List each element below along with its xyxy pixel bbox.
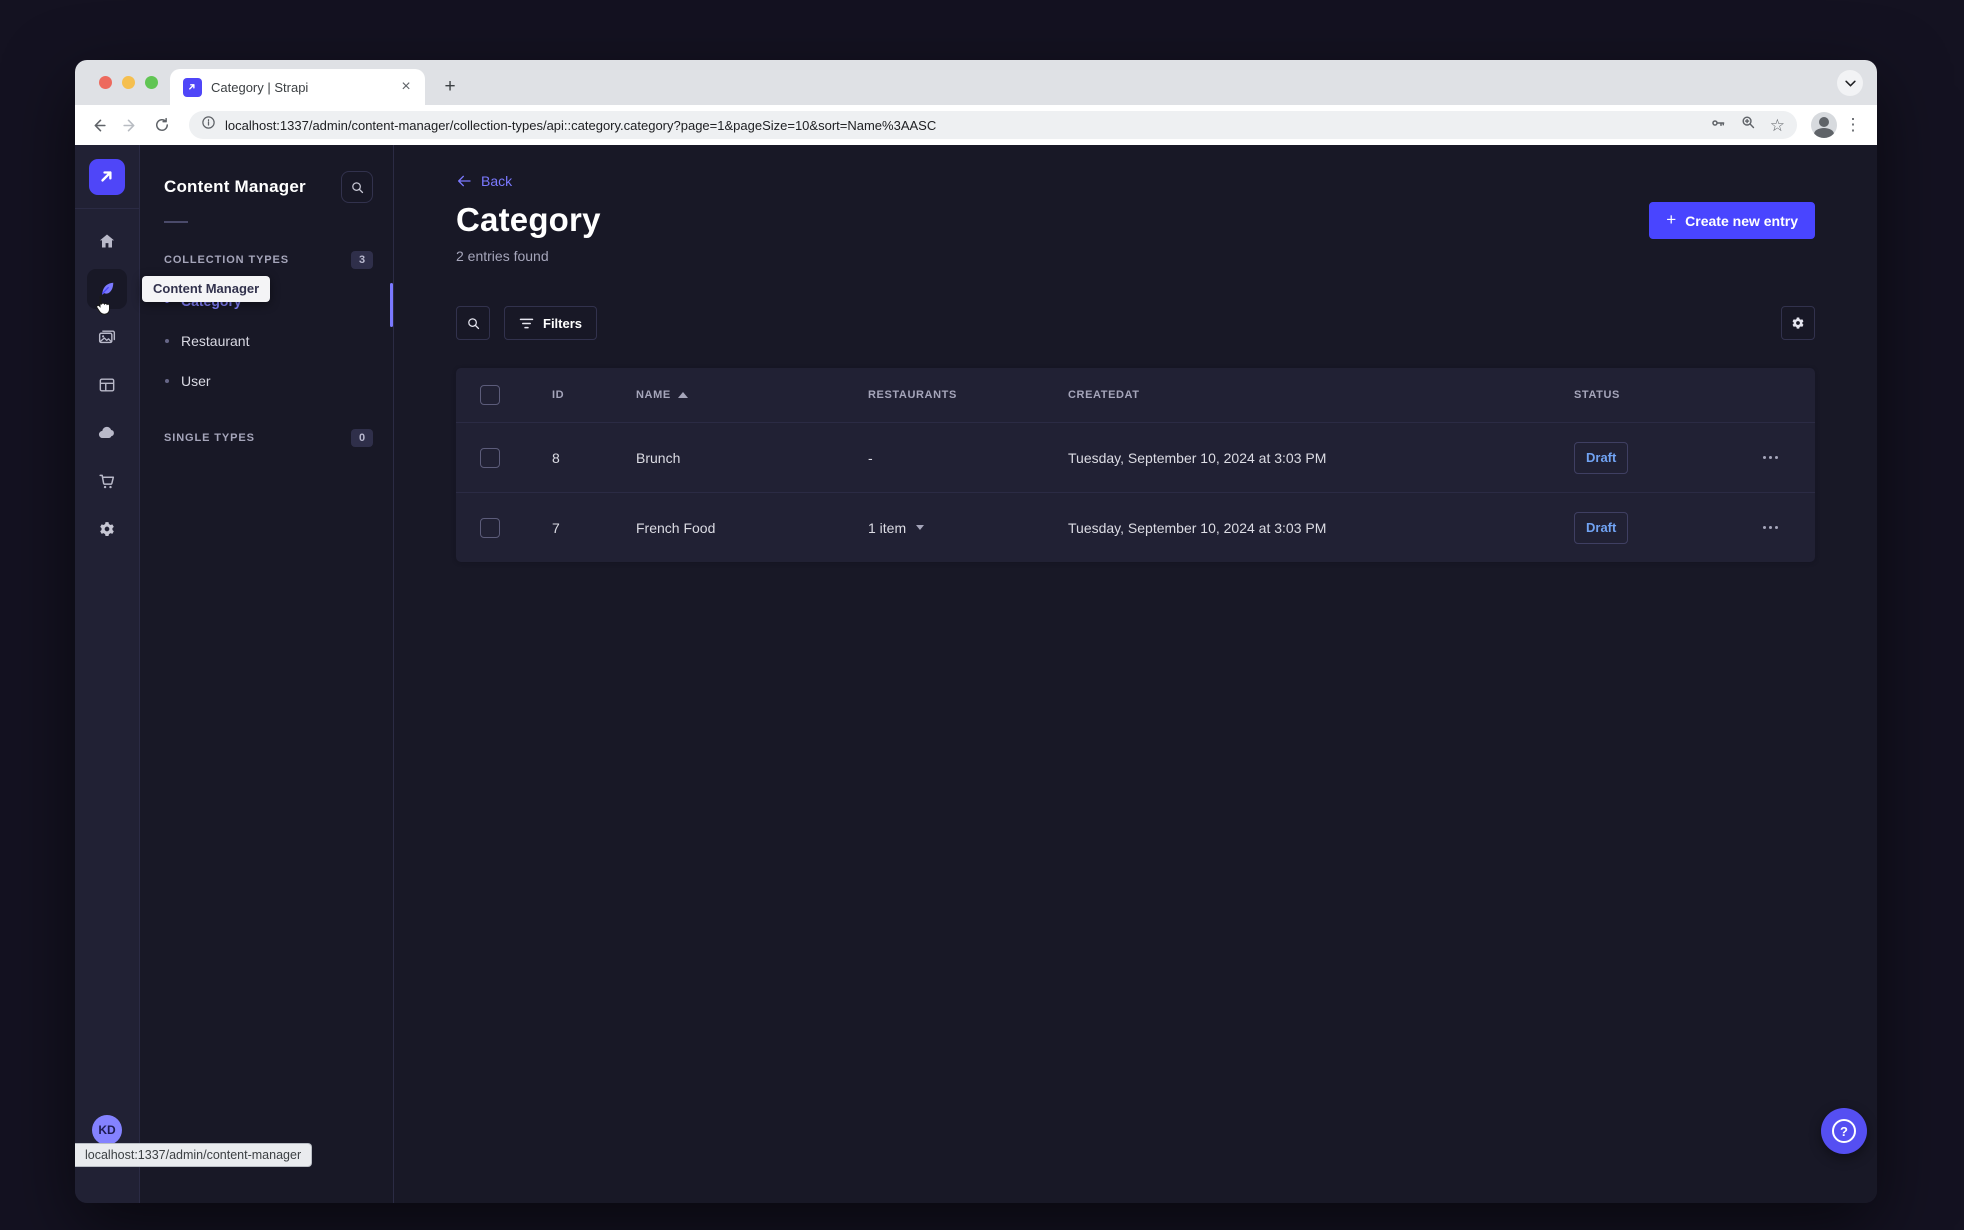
sort-asc-icon — [677, 392, 688, 398]
nav-settings[interactable] — [83, 505, 131, 553]
single-types-count-badge: 0 — [351, 429, 373, 447]
browser-profile-avatar[interactable] — [1811, 112, 1837, 138]
page-title: Category — [456, 201, 601, 238]
back-icon[interactable] — [85, 112, 111, 138]
row-actions-button[interactable] — [1725, 456, 1815, 459]
entries-count: 2 entries found — [456, 248, 549, 264]
subnav-divider — [164, 221, 188, 223]
browser-menu-icon[interactable]: ⋮ — [1843, 115, 1863, 135]
header-createdat[interactable]: CREATEDAT — [1068, 389, 1574, 401]
strapi-logo[interactable] — [89, 159, 125, 195]
collection-types-label: COLLECTION TYPES — [164, 254, 290, 266]
tab-title: Category | Strapi — [211, 79, 309, 95]
user-avatar[interactable]: KD — [92, 1115, 122, 1145]
row-checkbox[interactable] — [480, 447, 500, 468]
rail-divider — [75, 208, 139, 209]
plus-icon: + — [1666, 210, 1677, 229]
nav-home[interactable] — [83, 217, 131, 265]
reload-icon[interactable] — [149, 112, 175, 138]
cell-createdat: Tuesday, September 10, 2024 at 3:03 PM — [1068, 449, 1327, 466]
subnav-title: Content Manager — [164, 177, 306, 196]
help-button[interactable]: ? — [1821, 1108, 1867, 1154]
search-button[interactable] — [456, 306, 490, 340]
back-arrow-icon — [458, 175, 471, 187]
cell-id: 7 — [552, 519, 560, 536]
single-types-label: SINGLE TYPES — [164, 432, 255, 444]
main-content: Back Category 2 entries found + Create n… — [394, 145, 1877, 1203]
status-badge: Draft — [1574, 511, 1629, 544]
window-controls — [99, 76, 158, 89]
browser-toolbar: localhost:1337/admin/content-manager/col… — [75, 105, 1877, 145]
close-tab-icon[interactable]: × — [397, 78, 415, 96]
active-item-indicator — [390, 283, 393, 327]
close-window-button[interactable] — [99, 76, 112, 89]
subnav-item-user[interactable]: User — [140, 361, 393, 401]
minimize-window-button[interactable] — [122, 76, 135, 89]
url-bar[interactable]: localhost:1337/admin/content-manager/col… — [189, 111, 1797, 139]
bookmark-star-icon[interactable]: ☆ — [1770, 117, 1785, 134]
collection-types-count-badge: 3 — [351, 251, 373, 269]
cell-restaurants: - — [868, 449, 873, 466]
omnibox-icons: ☆ — [1709, 114, 1785, 137]
status-badge: Draft — [1574, 441, 1629, 474]
header-name[interactable]: NAME — [636, 389, 868, 401]
content-manager-subnav: Content Manager COLLECTION TYPES 3 Categ… — [140, 145, 394, 1203]
table-row[interactable]: 7 French Food 1 item Tuesday, September … — [456, 492, 1815, 562]
cell-id: 8 — [552, 449, 560, 466]
chevron-down-icon — [916, 525, 925, 530]
cell-restaurants-expand[interactable]: 1 item — [868, 520, 1068, 536]
subnav-search-button[interactable] — [341, 171, 373, 203]
create-new-entry-button[interactable]: + Create new entry — [1649, 202, 1815, 239]
new-tab-button[interactable]: + — [437, 74, 463, 100]
password-key-icon[interactable] — [1709, 114, 1727, 137]
cell-createdat: Tuesday, September 10, 2024 at 3:03 PM — [1068, 519, 1327, 536]
header-id[interactable]: ID — [552, 389, 636, 401]
tab-search-button[interactable] — [1837, 70, 1863, 96]
cell-name: Brunch — [636, 449, 681, 466]
filters-button[interactable]: Filters — [504, 306, 598, 340]
list-action-bar: Filters — [456, 306, 1815, 340]
gear-icon — [1792, 317, 1804, 329]
nav-content-type-builder[interactable] — [83, 361, 131, 409]
nav-tooltip: Content Manager — [142, 276, 271, 302]
view-settings-button[interactable] — [1781, 306, 1815, 340]
back-link[interactable]: Back — [456, 173, 512, 189]
entries-table: ID NAME RESTAURANTS CREATEDAT STATUS 8 B… — [456, 368, 1815, 562]
browser-window: Category | Strapi × + localhost:1337/adm… — [75, 60, 1877, 1203]
mouse-cursor — [93, 295, 112, 321]
header-status[interactable]: STATUS — [1574, 389, 1725, 401]
url-text[interactable]: localhost:1337/admin/content-manager/col… — [225, 118, 1700, 133]
site-info-icon[interactable] — [201, 115, 216, 135]
table-row[interactable]: 8 Brunch - Tuesday, September 10, 2024 a… — [456, 422, 1815, 492]
strapi-favicon — [183, 77, 202, 97]
row-checkbox[interactable] — [480, 517, 500, 538]
bullet-icon — [165, 379, 169, 383]
bullet-icon — [165, 339, 169, 343]
nav-cloud[interactable] — [83, 409, 131, 457]
nav-marketplace[interactable] — [83, 457, 131, 505]
search-icon — [467, 317, 479, 329]
forward-icon[interactable] — [117, 112, 143, 138]
zoom-icon[interactable] — [1740, 114, 1757, 136]
link-preview-status-bar: localhost:1337/admin/content-manager — [75, 1143, 313, 1167]
filter-icon — [519, 318, 534, 328]
browser-tab[interactable]: Category | Strapi × — [170, 69, 425, 105]
header-restaurants[interactable]: RESTAURANTS — [868, 389, 1068, 401]
question-mark-icon: ? — [1832, 1119, 1856, 1143]
row-actions-button[interactable] — [1725, 526, 1815, 529]
strapi-app: KD Content Manager COLLECTION TYPES 3 Ca… — [75, 145, 1877, 1203]
cell-name: French Food — [636, 519, 716, 536]
select-all-checkbox[interactable] — [480, 385, 500, 405]
subnav-item-restaurant[interactable]: Restaurant — [140, 321, 393, 361]
maximize-window-button[interactable] — [145, 76, 158, 89]
tab-strip: Category | Strapi × + — [75, 60, 1877, 105]
table-header-row: ID NAME RESTAURANTS CREATEDAT STATUS — [456, 368, 1815, 422]
